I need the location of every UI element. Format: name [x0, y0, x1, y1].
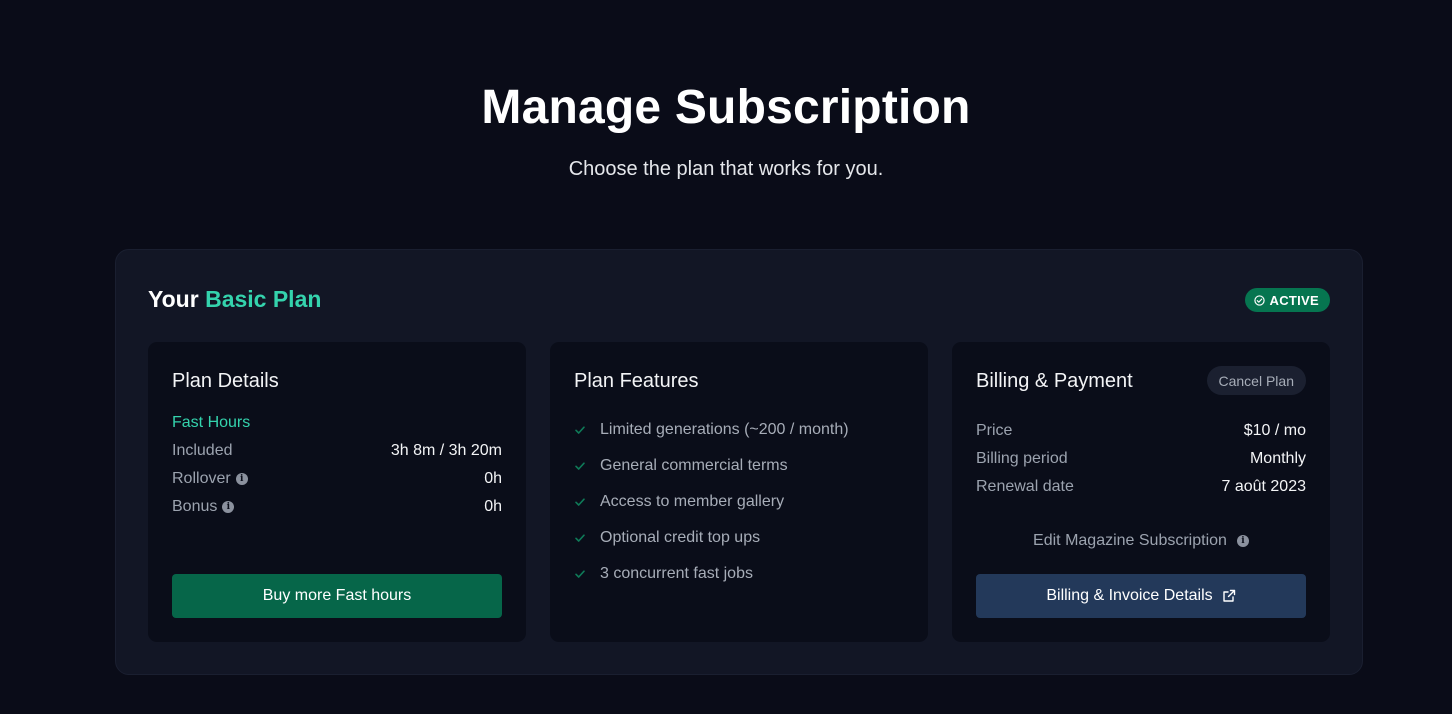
- billing-period-label: Billing period: [976, 450, 1068, 467]
- page-subtitle: Choose the plan that works for you.: [568, 158, 884, 180]
- feature-label: Access to member gallery: [600, 493, 785, 510]
- rollover-value: 0h: [484, 470, 502, 487]
- edit-magazine-subscription-label: Edit Magazine Subscription: [1033, 532, 1227, 549]
- rollover-row: Rollover i 0h: [172, 468, 502, 490]
- bonus-value: 0h: [484, 498, 502, 515]
- info-icon[interactable]: i: [222, 501, 235, 513]
- list-item: General commercial terms: [574, 448, 849, 484]
- feature-label: Limited generations (~200 / month): [600, 421, 849, 438]
- bonus-row: Bonus i 0h: [172, 496, 502, 518]
- billing-payment-title: Billing & Payment: [976, 370, 1133, 392]
- bonus-key: Bonus i: [172, 498, 235, 516]
- buy-more-fast-hours-button[interactable]: Buy more Fast hours: [172, 574, 502, 618]
- feature-label: 3 concurrent fast jobs: [600, 565, 753, 582]
- check-icon: [575, 426, 585, 434]
- bonus-label: Bonus: [172, 498, 218, 515]
- check-circle-icon: [1253, 294, 1265, 306]
- rollover-key: Rollover i: [172, 470, 248, 488]
- plan-card: Your Basic Plan ACTIVE Plan Details Fast…: [115, 249, 1363, 675]
- list-item: Access to member gallery: [574, 484, 849, 520]
- cancel-plan-button[interactable]: Cancel Plan: [1206, 366, 1306, 395]
- edit-magazine-subscription-link[interactable]: Edit Magazine Subscription i: [952, 532, 1330, 550]
- billing-payment-panel: Billing & Payment Cancel Plan Price $10 …: [952, 342, 1330, 642]
- plan-features-title: Plan Features: [574, 370, 699, 392]
- list-item: 3 concurrent fast jobs: [574, 556, 849, 592]
- plan-details-panel: Plan Details Fast Hours Included 3h 8m /…: [148, 342, 526, 642]
- billing-period-value: Monthly: [1249, 450, 1306, 467]
- check-icon: [575, 570, 585, 578]
- list-item: Limited generations (~200 / month): [574, 412, 849, 448]
- info-icon[interactable]: i: [1236, 535, 1249, 547]
- billing-period-row: Billing period Monthly: [976, 448, 1306, 470]
- list-item: Optional credit top ups: [574, 520, 849, 556]
- check-icon: [575, 462, 585, 470]
- status-badge-label: ACTIVE: [1269, 292, 1319, 308]
- billing-invoice-details-button[interactable]: Billing & Invoice Details: [976, 574, 1306, 618]
- billing-invoice-details-label: Billing & Invoice Details: [1046, 587, 1213, 604]
- page-title: Manage Subscription: [481, 81, 971, 134]
- plan-heading: Your Basic Plan: [148, 286, 321, 313]
- feature-label: Optional credit top ups: [600, 529, 761, 546]
- feature-label: General commercial terms: [600, 457, 788, 474]
- price-row: Price $10 / mo: [976, 420, 1306, 442]
- renewal-date-label: Renewal date: [976, 478, 1074, 495]
- plan-heading-prefix: Your: [148, 286, 199, 312]
- status-badge: ACTIVE: [1244, 288, 1330, 312]
- price-value: $10 / mo: [1243, 422, 1306, 439]
- renewal-date-row: Renewal date 7 août 2023: [976, 476, 1306, 498]
- included-row: Included 3h 8m / 3h 20m: [172, 440, 502, 462]
- price-label: Price: [976, 422, 1013, 439]
- renewal-date-value: 7 août 2023: [1221, 478, 1306, 495]
- info-icon[interactable]: i: [235, 473, 248, 485]
- included-label: Included: [172, 442, 233, 459]
- external-link-icon: [1222, 589, 1235, 602]
- plan-details-title: Plan Details: [172, 370, 279, 392]
- check-icon: [575, 534, 585, 542]
- fast-hours-label: Fast Hours: [172, 414, 251, 431]
- plan-name: Basic Plan: [205, 286, 322, 312]
- plan-features-panel: Plan Features Limited generations (~200 …: [550, 342, 928, 642]
- rollover-label: Rollover: [172, 470, 231, 487]
- feature-list: Limited generations (~200 / month) Gener…: [574, 412, 849, 592]
- included-value: 3h 8m / 3h 20m: [390, 442, 502, 459]
- check-icon: [575, 498, 585, 506]
